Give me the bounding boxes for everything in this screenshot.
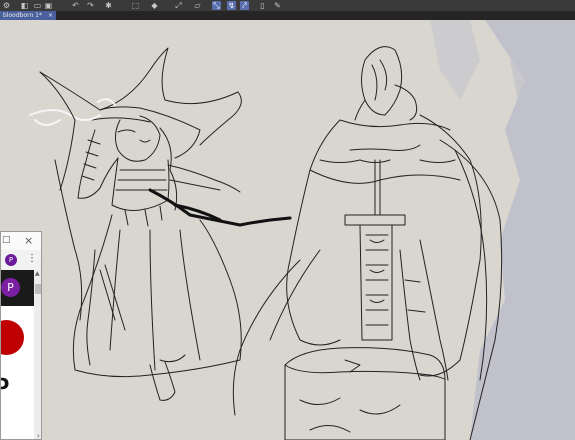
select-icon[interactable]: ⤢ xyxy=(174,1,183,10)
background-figure xyxy=(430,20,575,440)
fill-icon[interactable]: ◆ xyxy=(150,1,159,10)
maximize-icon[interactable]: □ xyxy=(2,235,11,245)
transform-icon[interactable]: ⬚ xyxy=(131,1,140,10)
drawing-canvas[interactable] xyxy=(0,20,575,440)
profile-avatar[interactable]: P xyxy=(1,278,20,297)
browser-content: P ɔ xyxy=(1,270,34,439)
scroll-thumb[interactable] xyxy=(35,284,41,294)
brush-select-icon[interactable]: ⤤ xyxy=(240,1,249,10)
app-toolbar: ⚙ ◧ ▭ ▣ ↶ ↷ ✱ ⬚ ◆ ⤢ ▱ ⤡ ↯ ⤤ ▯ ✎ xyxy=(0,0,575,11)
more-options-icon[interactable]: ⋮ xyxy=(27,253,37,264)
profile-avatar-small[interactable]: P xyxy=(5,254,17,266)
close-icon[interactable]: × xyxy=(24,234,33,247)
folder-icon[interactable]: ▭ xyxy=(33,1,42,10)
browser-titlebar: □ × xyxy=(1,232,41,250)
browser-extension-bar: P ⋮ xyxy=(1,250,41,271)
tab-bloodborn[interactable]: bloodborn 1* × xyxy=(0,11,56,20)
redo-icon[interactable]: ↷ xyxy=(86,1,95,10)
tab-label: bloodborn 1* xyxy=(3,12,42,19)
pen-select-icon[interactable]: ↯ xyxy=(227,1,236,10)
scroll-right-icon[interactable]: › xyxy=(37,432,40,439)
sketch-artwork xyxy=(29,20,575,440)
tab-close-icon[interactable]: × xyxy=(48,11,53,20)
lasso-icon[interactable]: ▱ xyxy=(193,1,202,10)
profile-header: P xyxy=(1,270,34,306)
document-tab-bar: bloodborn 1* × xyxy=(0,11,575,20)
red-circle-graphic xyxy=(1,320,24,355)
settings-icon[interactable]: ✱ xyxy=(104,1,113,10)
scroll-up-icon[interactable]: ▲ xyxy=(35,270,40,277)
browser-scrollbar[interactable]: ▲ xyxy=(34,270,41,439)
browser-window[interactable]: □ × P ⋮ P ɔ ▲ › xyxy=(0,231,42,440)
gear-icon[interactable]: ⚙ xyxy=(2,1,11,10)
undo-icon[interactable]: ↶ xyxy=(71,1,80,10)
layers-icon[interactable]: ◧ xyxy=(20,1,29,10)
pen-icon[interactable]: ✎ xyxy=(273,1,282,10)
save-icon[interactable]: ▣ xyxy=(44,1,53,10)
content-glyph: ɔ xyxy=(1,370,10,394)
select-active-icon[interactable]: ⤡ xyxy=(212,1,221,10)
file-icon[interactable]: ▯ xyxy=(258,1,267,10)
